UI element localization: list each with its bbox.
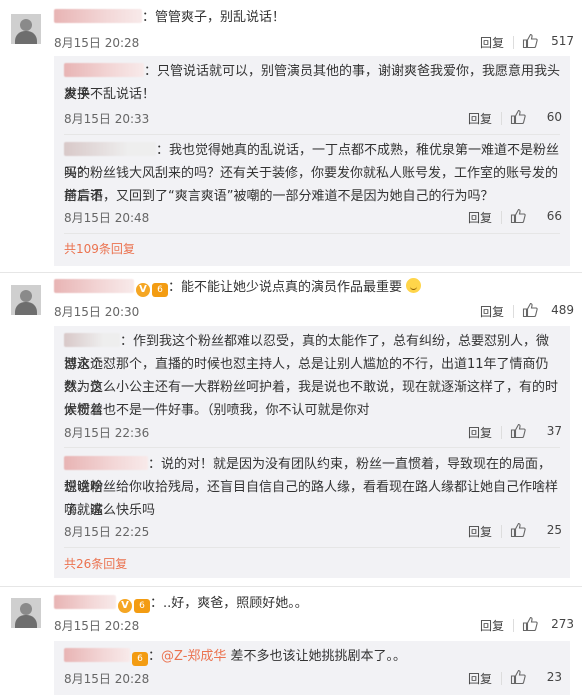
reply-button[interactable]: 回复 bbox=[468, 424, 492, 441]
reply-meta: 8月15日 22:25 回复 25 bbox=[64, 522, 562, 540]
comment-meta: 8月15日 20:30 回复 489 bbox=[54, 302, 574, 320]
reply-meta: 8月15日 20:48 回复 66 bbox=[64, 208, 562, 226]
timestamp: 8月15日 22:25 bbox=[64, 525, 150, 539]
reply-username[interactable] bbox=[64, 63, 144, 77]
timestamp: 8月15日 20:28 bbox=[54, 619, 140, 633]
avatar[interactable] bbox=[11, 14, 41, 44]
reply-button[interactable]: 回复 bbox=[468, 209, 492, 226]
comment-meta: 8月15日 20:28 回复 517 bbox=[54, 33, 574, 51]
timestamp: 8月15日 20:30 bbox=[54, 305, 140, 319]
thumbs-up-icon bbox=[510, 423, 526, 439]
emoji-icon bbox=[406, 278, 422, 293]
comment-text: ：管管爽子，别乱说话！ bbox=[54, 6, 568, 29]
reply-button[interactable]: 回复 bbox=[480, 617, 504, 634]
reply-text-line: 嗨就这么快乐吗 bbox=[64, 503, 156, 518]
timestamp: 8月15日 20:28 bbox=[64, 672, 150, 686]
username[interactable] bbox=[54, 9, 142, 23]
avatar[interactable] bbox=[11, 598, 41, 628]
thumbs-up-icon bbox=[522, 616, 538, 632]
reply-username[interactable] bbox=[64, 648, 130, 662]
thumbs-up-icon bbox=[510, 208, 526, 224]
reply-button[interactable]: 回复 bbox=[480, 34, 504, 51]
avatar[interactable] bbox=[11, 285, 41, 315]
thumbs-up-icon bbox=[510, 669, 526, 685]
comment-1: ：管管爽子，别乱说话！ 8月15日 20:28 回复 517 ：只管说话就可以，… bbox=[0, 0, 582, 266]
mention-link[interactable]: @Z-郑成华 bbox=[161, 649, 226, 664]
reply-button[interactable]: 回复 bbox=[468, 523, 492, 540]
thumbs-up-icon bbox=[522, 33, 538, 49]
thumbs-up-icon bbox=[510, 109, 526, 125]
reply-thread: ：作到我这个粉丝都难以忍受，真的太能作了，总有纠纷，总要怼别人，微博永远 怼这个… bbox=[54, 326, 570, 578]
comment-2: V 6 ：能不能让她少说点真的演员作品最重要 8月15日 20:30 回复 489 … bbox=[0, 273, 582, 583]
reply-button[interactable]: 回复 bbox=[468, 670, 492, 687]
verified-badge-icon: V bbox=[118, 599, 132, 613]
reply-button[interactable]: 回复 bbox=[468, 110, 492, 127]
username[interactable] bbox=[54, 279, 134, 293]
comment-meta: 8月15日 20:28 回复 273 bbox=[54, 616, 574, 634]
comment-3: V 6 ：..好，爽爸，照顾好她。。 8月15日 20:28 回复 273 6 ：@Z… bbox=[0, 588, 582, 695]
reply-username[interactable] bbox=[64, 456, 148, 470]
level-badge: 6 bbox=[132, 652, 148, 666]
reply-button[interactable]: 回复 bbox=[480, 303, 504, 320]
verified-badge-icon: V bbox=[136, 283, 150, 297]
reply-text: 6 ：@Z-郑成华 差不多也该让她挑挑剧本了。。 bbox=[64, 645, 560, 668]
timestamp: 8月15日 20:28 bbox=[54, 36, 140, 50]
level-badge: 6 bbox=[152, 283, 168, 297]
timestamp: 8月15日 22:36 bbox=[64, 426, 150, 440]
comment-feed: ：管管爽子，别乱说话！ 8月15日 20:28 回复 517 ：只管说话就可以，… bbox=[0, 0, 582, 695]
reply-meta: 8月15日 22:36 回复 37 bbox=[64, 423, 562, 441]
reply-text-line: 太惯着也不是一件好事。（别喷我，你不认可就是你对 bbox=[64, 403, 370, 418]
username[interactable] bbox=[54, 595, 116, 609]
reply-meta: 8月15日 20:28 回复 23 bbox=[64, 669, 562, 687]
reply-thread: 6 ：@Z-郑成华 差不多也该让她挑挑剧本了。。 8月15日 20:28 回复 2… bbox=[54, 641, 570, 695]
reply-text-line: 搭后语，又回到了“爽言爽语”被嘲的一部分难道不是因为她自己的行为吗？ bbox=[64, 189, 494, 204]
reply-text-line: 爽子不乱说话！ bbox=[64, 87, 156, 102]
level-badge: 6 bbox=[134, 599, 150, 613]
more-replies-link[interactable]: 共109条回复 bbox=[64, 240, 135, 257]
more-replies-link[interactable]: 共26条回复 bbox=[64, 555, 127, 572]
comment-text: V 6 ：..好，爽爸，照顾好她。。 bbox=[54, 592, 568, 615]
reply-meta: 8月15日 20:33 回复 60 bbox=[64, 109, 562, 127]
timestamp: 8月15日 20:33 bbox=[64, 112, 150, 126]
reply-username[interactable] bbox=[64, 142, 156, 156]
thumbs-up-icon bbox=[522, 302, 538, 318]
reply-thread: ：只管说话就可以，别管演员其他的事，谢谢爽爸我爱你，我愿意用我头发换 爽子不乱说… bbox=[54, 56, 570, 266]
reply-username[interactable] bbox=[64, 333, 120, 347]
timestamp: 8月15日 20:48 bbox=[64, 211, 150, 225]
thumbs-up-icon bbox=[510, 522, 526, 538]
comment-text: V 6 ：能不能让她少说点真的演员作品最重要 bbox=[54, 276, 568, 299]
